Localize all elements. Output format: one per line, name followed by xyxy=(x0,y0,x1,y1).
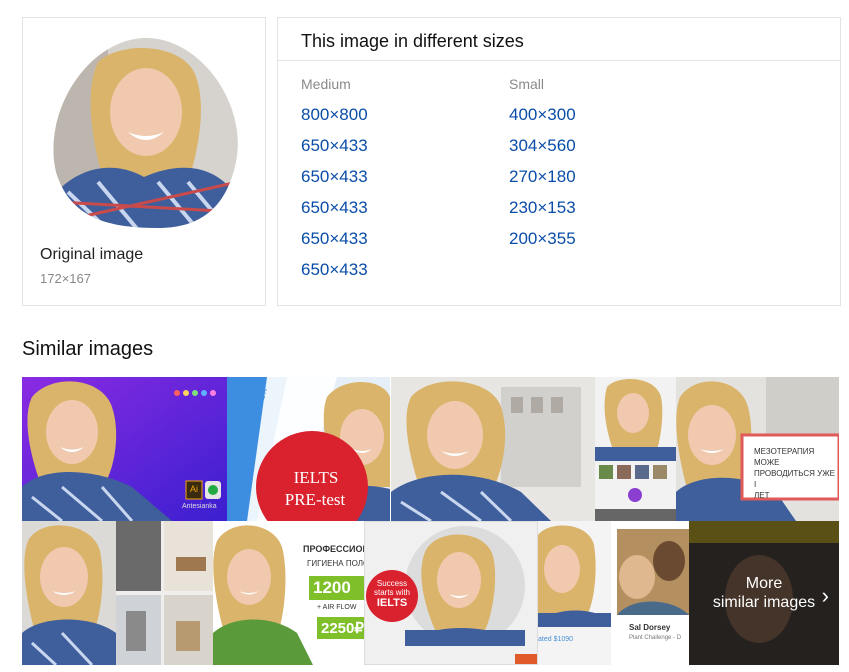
original-image-card: Original image 172×167 xyxy=(22,17,266,306)
size-link[interactable]: 304×560 xyxy=(509,130,576,161)
price-label: 1200 xyxy=(313,578,351,597)
similar-image-tile[interactable]: ПРОФЕССИОНАЛ ГИГИЕНА ПОЛОСТІ 1200 + AIR … xyxy=(213,521,364,665)
similar-image-tile[interactable] xyxy=(22,521,116,665)
size-link[interactable]: 270×180 xyxy=(509,161,576,192)
tile-caption: Success starts with IELTS xyxy=(367,579,417,610)
size-link[interactable]: 800×800 xyxy=(301,99,368,130)
tile-caption: ated $1090 xyxy=(538,636,574,643)
similar-image-tile[interactable]: В ПОДАРОК IELTS PRE-test xyxy=(227,377,390,521)
similar-image-tile[interactable]: МЕЗОТЕРАПИЯ МОЖЕ ПРОВОДИТЬСЯ УЖЕ I ЛЕТ xyxy=(676,377,839,521)
divider xyxy=(278,60,840,61)
similar-image-tile[interactable]: Ai Antesianka xyxy=(22,377,227,521)
tile-caption: PRE-test xyxy=(284,490,346,509)
similar-image-tile[interactable]: ated $1090 xyxy=(538,521,611,665)
similar-images-title: Similar images xyxy=(22,338,154,360)
tile-caption: ГИГИЕНА ПОЛОСТІ xyxy=(307,559,364,568)
tile-caption: + AIR FLOW xyxy=(317,604,357,611)
tile-caption-line: ПРОВОДИТЬСЯ УЖЕ I xyxy=(754,469,835,489)
tile-caption-line: starts with xyxy=(373,588,410,597)
size-link[interactable]: 230×153 xyxy=(509,192,576,223)
size-link[interactable]: 400×300 xyxy=(509,99,576,130)
similar-image-tile[interactable] xyxy=(391,377,595,521)
size-link[interactable]: 650×433 xyxy=(301,130,368,161)
tile-caption: Sal Dorsey xyxy=(629,623,671,632)
original-image-label: Original image xyxy=(40,246,144,263)
size-link[interactable]: 650×433 xyxy=(301,192,368,223)
ai-icon-label: Ai xyxy=(189,484,198,494)
tile-caption-line: МЕЗОТЕРАПИЯ МОЖЕ xyxy=(754,447,815,467)
similar-image-tile[interactable]: Success starts with IELTS xyxy=(364,521,538,665)
size-link[interactable]: 650×433 xyxy=(301,161,368,192)
tile-caption-line: IELTS xyxy=(376,597,408,609)
sizes-title: This image in different sizes xyxy=(301,31,524,51)
medium-sizes-heading: Medium xyxy=(301,76,351,92)
size-link[interactable]: 650×433 xyxy=(301,223,368,254)
tile-caption: Antesianka xyxy=(182,503,217,510)
chevron-right-icon: › xyxy=(821,583,829,608)
tile-caption: Plant Challenge - D xyxy=(629,635,682,641)
tile-caption-line: ЛЕТ xyxy=(754,491,770,500)
more-label-line2: similar images xyxy=(712,594,816,611)
tile-caption: ПРОФЕССИОНАЛ xyxy=(303,544,364,554)
medium-sizes-column: Medium 800×800 650×433 650×433 650×433 6… xyxy=(301,76,368,285)
similar-image-tile[interactable] xyxy=(116,521,213,665)
original-image-thumbnail[interactable] xyxy=(48,32,240,230)
size-link[interactable]: 650×433 xyxy=(301,254,368,285)
small-sizes-column: Small 400×300 304×560 270×180 230×153 20… xyxy=(509,76,576,254)
image-sizes-card: This image in different sizes Medium 800… xyxy=(277,17,841,306)
small-sizes-heading: Small xyxy=(509,76,545,92)
similar-image-tile[interactable]: Sal Dorsey Plant Challenge - D xyxy=(611,521,689,665)
tile-caption: МЕЗОТЕРАПИЯ МОЖЕ ПРОВОДИТЬСЯ УЖЕ I ЛЕТ xyxy=(754,446,839,501)
tile-caption-line: Success xyxy=(376,579,408,588)
tile-caption: IELTS xyxy=(293,468,339,487)
original-image-size: 172×167 xyxy=(40,271,91,286)
price-label: 2250₽ xyxy=(321,620,364,637)
similar-image-tile[interactable] xyxy=(595,377,676,521)
more-similar-images-tile[interactable]: More similar images › xyxy=(689,521,839,665)
more-label-line1: More xyxy=(745,575,783,592)
size-link[interactable]: 200×355 xyxy=(509,223,576,254)
